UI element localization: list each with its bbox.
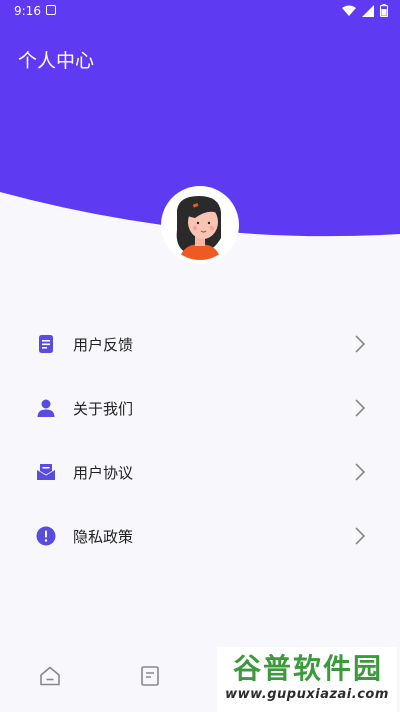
- menu-item-feedback[interactable]: 用户反馈: [0, 312, 400, 376]
- note-icon[interactable]: [138, 664, 162, 688]
- signal-icon: [362, 4, 374, 17]
- avatar[interactable]: [161, 186, 239, 264]
- chevron-right-icon: [355, 463, 366, 481]
- watermark-logo: 谷普软件园: [232, 652, 383, 685]
- chevron-right-icon: [355, 399, 366, 417]
- document-icon: [39, 335, 53, 353]
- person-icon: [37, 399, 55, 417]
- menu-item-label: 用户协议: [73, 463, 134, 482]
- menu-item-about[interactable]: 关于我们: [0, 376, 400, 440]
- menu-item-agreement[interactable]: 用户协议: [0, 440, 400, 504]
- status-icons: [342, 4, 388, 17]
- alert-icon: [36, 526, 56, 546]
- menu-item-privacy[interactable]: 隐私政策: [0, 504, 400, 568]
- wifi-icon: [342, 5, 356, 16]
- menu-item-label: 关于我们: [73, 399, 134, 418]
- chevron-right-icon: [355, 527, 366, 545]
- menu-item-label: 用户反馈: [73, 335, 134, 354]
- watermark-url: www.gupuxiazai.com: [225, 687, 389, 702]
- menu-item-label: 隐私政策: [73, 527, 134, 546]
- home-icon[interactable]: [38, 664, 62, 688]
- chevron-right-icon: [355, 335, 366, 353]
- menu-list: 用户反馈 关于我们 用户协议 隐私政策: [0, 312, 400, 568]
- status-bar: 9:16: [0, 0, 400, 24]
- avatar-illustration: [165, 190, 235, 260]
- status-time: 9:16: [14, 4, 41, 18]
- battery-icon: [380, 4, 388, 17]
- notification-icon: [46, 5, 56, 15]
- mail-icon: [37, 464, 55, 480]
- page-title: 个人中心: [18, 50, 95, 72]
- watermark: 谷普软件园 www.gupuxiazai.com: [217, 647, 397, 712]
